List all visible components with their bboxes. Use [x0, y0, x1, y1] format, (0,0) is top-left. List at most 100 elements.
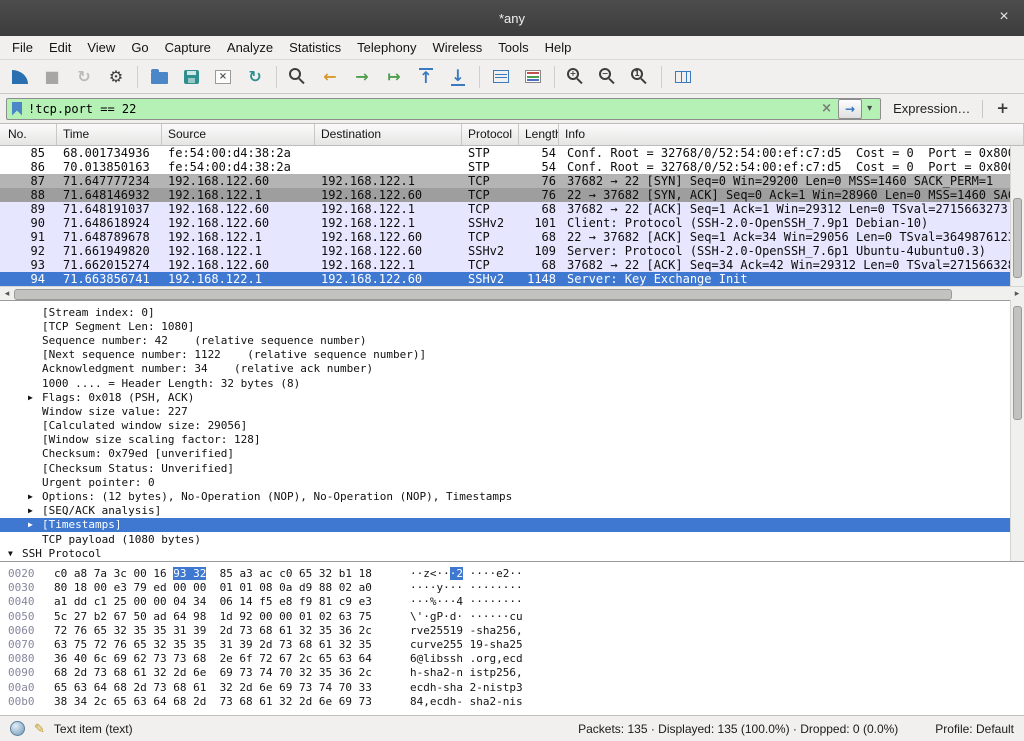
column-header-destination[interactable]: Destination: [315, 124, 462, 145]
packet-row-90[interactable]: 9071.648618924192.168.122.60192.168.122.…: [0, 216, 1024, 230]
filter-clear-icon[interactable]: ×: [815, 102, 838, 115]
packet-list-hscrollbar[interactable]: ◂ ▸: [0, 286, 1024, 300]
expand-arrow-icon[interactable]: ▶: [26, 393, 42, 402]
packet-row-86[interactable]: 8670.013850163fe:54:00:d4:38:2aSTP54Conf…: [0, 160, 1024, 174]
filter-input[interactable]: !tcp.port == 22 × → ▾: [6, 98, 881, 120]
hex-row-0060[interactable]: 006072 76 65 32 35 35 31 39 2d 73 68 61 …: [8, 624, 1024, 638]
menu-item-statistics[interactable]: Statistics: [281, 40, 349, 55]
open-file-button[interactable]: [144, 63, 174, 91]
detail-line[interactable]: ▶[Timestamps]: [0, 518, 1010, 532]
packet-list-scrollbar[interactable]: [1010, 146, 1024, 286]
colorize-packets-button[interactable]: [518, 63, 548, 91]
hex-row-00a0[interactable]: 00a065 63 64 68 2d 73 68 61 32 2d 6e 69 …: [8, 681, 1024, 695]
detail-line[interactable]: [Next sequence number: 1122 (relative se…: [0, 348, 1010, 362]
column-header-protocol[interactable]: Protocol: [462, 124, 519, 145]
packet-row-89[interactable]: 8971.648191037192.168.122.60192.168.122.…: [0, 202, 1024, 216]
detail-line[interactable]: Acknowledgment number: 34 (relative ack …: [0, 362, 1010, 376]
zoom-in-button[interactable]: +: [561, 63, 591, 91]
detail-line[interactable]: 1000 .... = Header Length: 32 bytes (8): [0, 376, 1010, 390]
filter-text[interactable]: !tcp.port == 22: [28, 102, 815, 116]
expand-arrow-icon[interactable]: ▶: [26, 492, 42, 501]
filter-apply-button[interactable]: →: [838, 99, 862, 119]
detail-line[interactable]: Checksum: 0x79ed [unverified]: [0, 447, 1010, 461]
detail-line[interactable]: [TCP Segment Len: 1080]: [0, 319, 1010, 333]
detail-line[interactable]: ▶[SEQ/ACK analysis]: [0, 504, 1010, 518]
hscrollbar-thumb[interactable]: [14, 289, 952, 300]
start-capture-button[interactable]: [5, 63, 35, 91]
close-file-button[interactable]: ×: [208, 63, 238, 91]
packet-row-93[interactable]: 9371.662015274192.168.122.60192.168.122.…: [0, 258, 1024, 272]
add-filter-button[interactable]: +: [987, 101, 1018, 116]
detail-line[interactable]: [Window size scaling factor: 128]: [0, 433, 1010, 447]
resize-columns-button[interactable]: [668, 63, 698, 91]
menu-item-analyze[interactable]: Analyze: [219, 40, 281, 55]
menu-item-capture[interactable]: Capture: [157, 40, 219, 55]
packet-row-92[interactable]: 9271.661949820192.168.122.1192.168.122.6…: [0, 244, 1024, 258]
filter-bookmark-icon[interactable]: [12, 102, 22, 116]
menu-item-telephony[interactable]: Telephony: [349, 40, 424, 55]
detail-line[interactable]: Sequence number: 42 (relative sequence n…: [0, 333, 1010, 347]
expand-arrow-icon[interactable]: ▶: [26, 506, 42, 515]
details-scrollbar[interactable]: [1010, 300, 1024, 561]
packet-row-94[interactable]: 9471.663856741192.168.122.1192.168.122.6…: [0, 272, 1024, 286]
hex-row-0050[interactable]: 00505c 27 b2 67 50 ad 64 98 1d 92 00 00 …: [8, 610, 1024, 624]
go-first-packet-button[interactable]: ↑: [411, 63, 441, 91]
column-header-length[interactable]: Length: [519, 124, 559, 145]
hex-row-0090[interactable]: 009068 2d 73 68 61 32 2d 6e 69 73 74 70 …: [8, 666, 1024, 680]
detail-line[interactable]: Urgent pointer: 0: [0, 475, 1010, 489]
detail-line[interactable]: [Stream index: 0]: [0, 305, 1010, 319]
scrollbar-thumb[interactable]: [1013, 198, 1022, 278]
stop-capture-button[interactable]: ■: [37, 63, 67, 91]
find-packet-button[interactable]: [283, 63, 313, 91]
status-profile[interactable]: Profile: Default: [935, 722, 1014, 736]
expression-button[interactable]: Expression…: [885, 101, 978, 116]
zoom-100-button[interactable]: 1: [625, 63, 655, 91]
menu-item-go[interactable]: Go: [123, 40, 156, 55]
hex-row-0040[interactable]: 0040a1 dd c1 25 00 00 04 34 06 14 f5 e8 …: [8, 595, 1024, 609]
hex-row-0070[interactable]: 007063 75 72 76 65 32 35 35 31 39 2d 73 …: [8, 638, 1024, 652]
menu-item-wireless[interactable]: Wireless: [424, 40, 490, 55]
close-window-icon[interactable]: ×: [994, 7, 1014, 27]
menu-item-help[interactable]: Help: [537, 40, 580, 55]
expand-arrow-icon[interactable]: ▶: [26, 520, 42, 529]
go-back-button[interactable]: ←: [315, 63, 345, 91]
packet-row-91[interactable]: 9171.648789678192.168.122.1192.168.122.6…: [0, 230, 1024, 244]
collapse-arrow-icon[interactable]: ▼: [6, 549, 22, 558]
zoom-out-button[interactable]: −: [593, 63, 623, 91]
expert-info-icon[interactable]: [10, 721, 25, 736]
packet-row-85[interactable]: 8568.001734936fe:54:00:d4:38:2aSTP54Conf…: [0, 146, 1024, 160]
detail-line[interactable]: [Calculated window size: 29056]: [0, 419, 1010, 433]
menu-item-tools[interactable]: Tools: [490, 40, 536, 55]
auto-scroll-button[interactable]: [486, 63, 516, 91]
detail-line[interactable]: TCP payload (1080 bytes): [0, 532, 1010, 546]
packet-row-87[interactable]: 8771.647777234192.168.122.60192.168.122.…: [0, 174, 1024, 188]
packet-row-88[interactable]: 8871.648146932192.168.122.1192.168.122.6…: [0, 188, 1024, 202]
detail-line[interactable]: ▶Flags: 0x018 (PSH, ACK): [0, 390, 1010, 404]
column-header-info[interactable]: Info: [559, 124, 1024, 145]
menu-item-view[interactable]: View: [79, 40, 123, 55]
column-header-source[interactable]: Source: [162, 124, 315, 145]
detail-line[interactable]: ▼SSH Protocol: [0, 546, 1010, 560]
hex-row-0020[interactable]: 0020c0 a8 7a 3c 00 16 93 32 85 a3 ac c0 …: [8, 567, 1024, 581]
menu-item-file[interactable]: File: [4, 40, 41, 55]
go-last-packet-button[interactable]: ↓: [443, 63, 473, 91]
column-header-time[interactable]: Time: [57, 124, 162, 145]
hex-row-0080[interactable]: 008036 40 6c 69 62 73 73 68 2e 6f 72 67 …: [8, 652, 1024, 666]
column-header-no[interactable]: No.: [0, 124, 57, 145]
scrollbar-thumb[interactable]: [1013, 306, 1022, 420]
detail-line[interactable]: [Checksum Status: Unverified]: [0, 461, 1010, 475]
scroll-right-icon[interactable]: ▸: [1011, 287, 1023, 300]
capture-comment-icon[interactable]: ✎: [34, 721, 45, 737]
reload-file-button[interactable]: ↻: [240, 63, 270, 91]
restart-capture-button[interactable]: ↻: [69, 63, 99, 91]
capture-options-button[interactable]: ⚙: [101, 63, 131, 91]
scroll-left-icon[interactable]: ◂: [1, 287, 13, 300]
go-forward-button[interactable]: →: [347, 63, 377, 91]
hex-row-00b0[interactable]: 00b038 34 2c 65 63 64 68 2d 73 68 61 32 …: [8, 695, 1024, 709]
hex-row-0030[interactable]: 003080 18 00 e3 79 ed 00 00 01 01 08 0a …: [8, 581, 1024, 595]
filter-dropdown-icon[interactable]: ▾: [862, 103, 877, 114]
detail-line[interactable]: Window size value: 227: [0, 404, 1010, 418]
detail-line[interactable]: ▶Options: (12 bytes), No-Operation (NOP)…: [0, 489, 1010, 503]
save-file-button[interactable]: [176, 63, 206, 91]
menu-item-edit[interactable]: Edit: [41, 40, 79, 55]
